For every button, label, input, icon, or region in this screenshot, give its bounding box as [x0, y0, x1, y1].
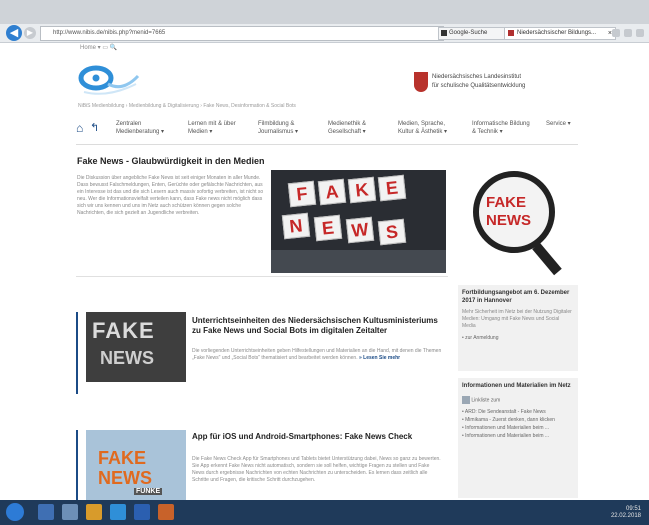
sidebar-link-label: Linkliste zum: [471, 397, 501, 404]
crest-icon: [414, 72, 428, 92]
sidebar-link[interactable]: • ARD: Die Sendeanstalt - Fake News: [462, 408, 574, 416]
fake-news-check-app-image[interactable]: FAKE NEWS FUNKE: [86, 430, 186, 500]
chalk-text: FAKE: [92, 318, 155, 343]
divider: [76, 276, 448, 277]
fake-news-keyboard-image: F A K E N E W S: [271, 170, 446, 273]
key-letter: N: [281, 212, 311, 240]
tab-favicon-icon: [441, 30, 447, 36]
chalkboard-fake-news-image[interactable]: FAKE NEWS: [86, 312, 186, 382]
breadcrumb[interactable]: NiBiS Medienbildung › Medienbildung & Di…: [78, 103, 296, 109]
ministry-logo[interactable]: Niedersächsisches Landesinstitut für sch…: [414, 72, 564, 98]
tab-favicon-icon: [508, 30, 514, 36]
sidebar-image-text: NEWS: [486, 212, 531, 229]
ministry-subtitle: für schulische Qualitätsentwicklung: [432, 83, 526, 89]
clock-date: 22.02.2018: [610, 513, 641, 519]
system-clock[interactable]: 09:51 22.02.2018: [611, 506, 641, 520]
article-fake-news-check-app: FAKE NEWS FUNKE App für iOS und Android-…: [76, 430, 448, 500]
nav-item-sprache-kultur[interactable]: Medien, Sprache, Kultur & Ästhetik ▾: [398, 120, 460, 136]
key-letter: W: [345, 216, 375, 244]
windows-taskbar: 09:51 22.02.2018: [0, 500, 649, 525]
article-accent-bar: [76, 430, 78, 500]
explorer-icon[interactable]: [38, 504, 54, 520]
app-image-text: FAKE: [98, 448, 147, 468]
article-unterrichtseinheiten: FAKE NEWS Unterrichtseinheiten des Niede…: [76, 312, 448, 394]
sidebar-link-label: ARD: Die Sendeanstalt - Fake News: [464, 409, 546, 415]
sidebar-link[interactable]: • Mimikama - Zuerst denken, dann klicken: [462, 416, 574, 424]
ministry-name: Niedersächsisches Landesinstitut: [432, 74, 522, 80]
sidebar-box-fortbildung: Fortbildungsangebot am 6. Dezember 2017 …: [458, 285, 578, 371]
nav-item-lernen[interactable]: Lernen mit & über Medien ▾: [188, 120, 246, 136]
sidebar-link[interactable]: • zur Anmeldung: [462, 334, 574, 342]
divider: [76, 144, 578, 145]
nav-item-medienberatung[interactable]: Zentralen Medienberatung ▾: [116, 120, 178, 136]
tab-label: Google-Suche: [449, 30, 488, 36]
home-icon[interactable]: ⌂: [76, 121, 83, 135]
start-button[interactable]: [6, 503, 24, 521]
app-image-text: FUNKE: [134, 488, 163, 495]
nav-item-filmbildung[interactable]: Filmbildung & Journalismus ▾: [258, 120, 316, 136]
key-letter: S: [377, 218, 407, 246]
browser-toolbar: ◀ ▶ http://www.nibis.de/nibis.php?menid=…: [0, 24, 649, 43]
page-title: Fake News - Glaubwürdigkeit in den Medie…: [77, 156, 265, 166]
sidebar-link[interactable]: • Informationen und Materialien beim ...: [462, 424, 574, 432]
nav-item-service[interactable]: Service ▾: [546, 120, 576, 128]
sidebar-box-title: Fortbildungsangebot am 6. Dezember 2017 …: [462, 290, 570, 304]
nav-item-medienethik[interactable]: Medienethik & Gesellschaft ▾: [328, 120, 386, 136]
tab-nibis[interactable]: Niedersächsischer Bildungs... ×: [504, 27, 616, 40]
article-text-body: Die vorliegenden Unterrichtseinheiten ge…: [192, 348, 442, 361]
sidebar-link-label: Mimikama - Zuerst denken, dann klicken: [465, 417, 555, 423]
featured-text: Die Diskussion über angebliche Fake News…: [77, 175, 264, 216]
chalk-text: NEWS: [100, 348, 154, 368]
sidebar-link-label: zur Anmeldung: [465, 335, 499, 341]
clock-time: 09:51: [625, 506, 641, 512]
key-letter: E: [313, 214, 343, 242]
article-title[interactable]: Unterrichtseinheiten des Niedersächsisch…: [192, 316, 442, 336]
utility-links[interactable]: Home ▾ ▭ 🔍: [80, 44, 117, 51]
key-letter: K: [347, 176, 377, 204]
article-text: Die Fake News Check App für Smartphones …: [192, 456, 441, 483]
tab-label: Niedersächsischer Bildungs...: [517, 30, 597, 36]
sidebar-image-text: FAKE: [486, 194, 527, 211]
article-accent-bar: [76, 312, 78, 394]
back-arrow-icon[interactable]: ◀: [6, 25, 22, 41]
internet-explorer-icon[interactable]: [110, 504, 126, 520]
forward-arrow-icon[interactable]: ▶: [24, 27, 36, 39]
word-icon[interactable]: [134, 504, 150, 520]
key-letter: F: [287, 180, 317, 208]
main-navigation: ⌂ ↰ Zentralen Medienberatung ▾ Lernen mi…: [76, 118, 576, 140]
sidebar-link-label: Informationen und Materialien beim ...: [465, 433, 550, 439]
window-top-bezel: [0, 0, 649, 24]
nibis-logo[interactable]: [78, 62, 140, 98]
read-more-link[interactable]: » Lesen Sie mehr: [359, 355, 400, 361]
app-icon[interactable]: [62, 504, 78, 520]
sidebar-link[interactable]: • Informationen und Materialien beim ...: [462, 432, 574, 440]
sidebar-box-text: Mehr Sicherheit im Netz bei der Nutzung …: [462, 309, 572, 329]
folder-icon[interactable]: [86, 504, 102, 520]
gear-icon[interactable]: [636, 29, 644, 37]
sidebar-box-materialien: Informationen und Materialien im Netz Li…: [458, 378, 578, 498]
magnifier-fake-news-image: FAKE NEWS: [458, 158, 578, 276]
keyboard-row: [271, 250, 446, 273]
document-icon: [462, 396, 470, 404]
sidebar-box-title: Informationen und Materialien im Netz: [462, 383, 571, 389]
sidebar-link-label: Informationen und Materialien beim ...: [465, 425, 550, 431]
back-arrow-icon[interactable]: ↰: [90, 121, 99, 134]
app-image-text: NEWS: [98, 468, 152, 488]
sidebar-link[interactable]: Linkliste zum: [462, 396, 574, 404]
article-text: Die vorliegenden Unterrichtseinheiten ge…: [192, 348, 442, 362]
key-letter: A: [317, 178, 347, 206]
powerpoint-icon[interactable]: [158, 504, 174, 520]
star-icon[interactable]: [624, 29, 632, 37]
tab-google-search[interactable]: Google-Suche: [438, 27, 506, 40]
nav-item-informatik[interactable]: Informatische Bildung & Technik ▾: [472, 120, 534, 136]
article-title[interactable]: App für iOS und Android-Smartphones: Fak…: [192, 432, 442, 442]
home-icon[interactable]: [612, 29, 620, 37]
address-bar[interactable]: http://www.nibis.de/nibis.php?menid=7665: [40, 26, 444, 41]
key-letter: E: [377, 174, 407, 202]
